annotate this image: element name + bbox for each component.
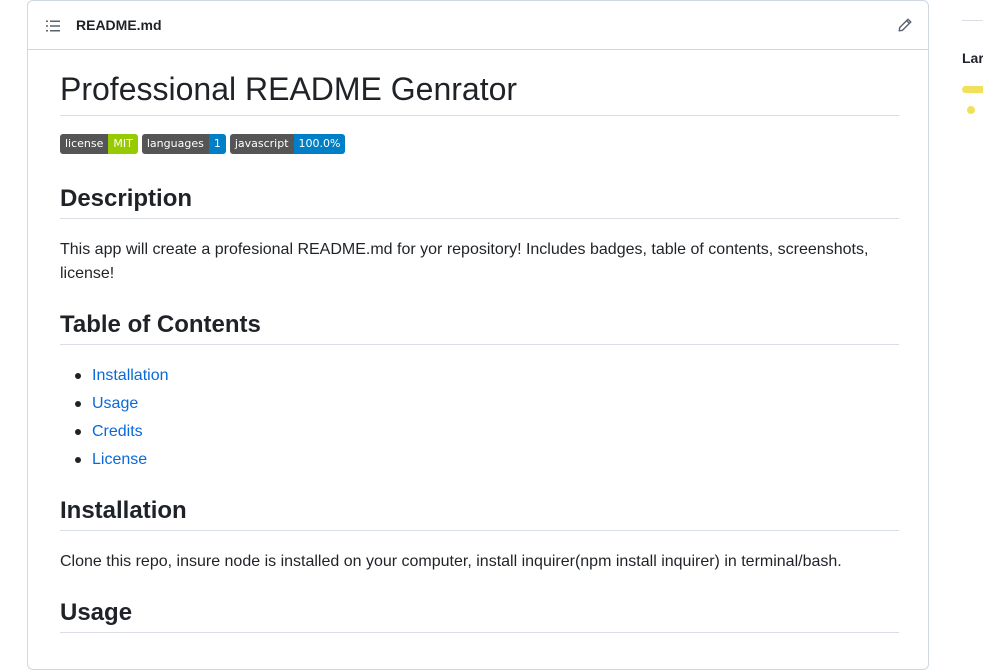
installation-text: Clone this repo, insure node is installe… [60,553,842,570]
readme-container: README.md Professional README Genrator l… [27,0,929,670]
readme-header: README.md [28,1,928,50]
toc-heading: Table of Contents [60,310,899,345]
badge-label: javascript [229,134,294,154]
languages-badge[interactable]: languages 1 [141,134,226,154]
sidebar-divider [962,20,983,21]
badge-value: 1 [208,134,226,154]
list-item: Installation [60,362,169,390]
languages-heading: Lar [962,50,983,66]
toc-link-installation[interactable]: Installation [92,367,169,384]
pencil-icon[interactable] [897,17,913,33]
javascript-badge[interactable]: javascript 100.0% [229,134,346,154]
list-item: License [60,446,169,474]
readme-title: Professional README Genrator [60,69,899,116]
badge-value: MIT [108,134,138,154]
toc-link-usage[interactable]: Usage [92,395,138,412]
file-name: README.md [76,17,162,33]
usage-heading: Usage [60,598,899,633]
license-badge[interactable]: license MIT [60,134,138,154]
list-item: Usage [60,390,169,418]
list-item: Credits [60,418,169,446]
badge-row: license MIT languages 1 javascript 100.0… [60,134,346,154]
list-unordered-icon[interactable] [45,18,61,34]
description-text: This app will create a profesional READM… [60,241,869,282]
description-heading: Description [60,184,899,219]
installation-heading: Installation [60,496,899,531]
toc-link-credits[interactable]: Credits [92,423,143,440]
toc-link-license[interactable]: License [92,451,147,468]
toc-list: Installation Usage Credits License [60,362,169,474]
badge-value: 100.0% [293,134,346,154]
badge-label: license [60,134,109,154]
language-bar [962,86,983,93]
language-color-dot [967,106,975,114]
badge-label: languages [141,134,209,154]
